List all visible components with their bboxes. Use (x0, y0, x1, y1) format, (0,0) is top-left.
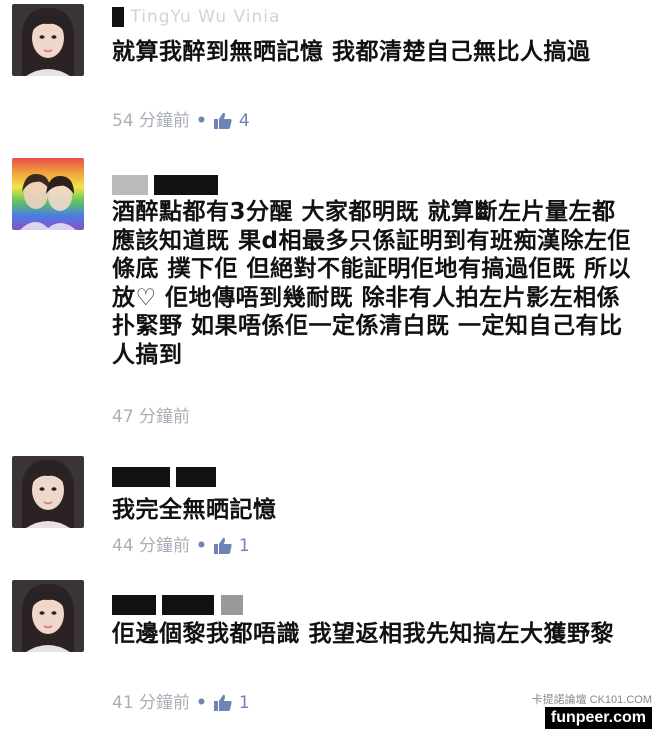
separator-dot: • (196, 693, 207, 713)
redaction-bar (154, 175, 219, 195)
comment-meta: 47 分鐘前 (112, 404, 190, 430)
timestamp[interactable]: 44 分鐘前 (112, 533, 190, 559)
commenter-name[interactable] (112, 594, 243, 616)
comment-text: 我完全無晒記憶 (112, 497, 277, 523)
redaction-bar (112, 175, 148, 195)
timestamp[interactable]: 54 分鐘前 (112, 108, 190, 134)
comment-text: 就算我醉到無晒記憶 我都清楚自己無比人搞過 (112, 39, 591, 65)
avatar[interactable] (12, 4, 84, 76)
redaction-bar (112, 467, 170, 487)
comment-meta: 54 分鐘前 • 4 (112, 108, 250, 134)
redaction-bar (176, 467, 217, 487)
avatar[interactable] (12, 580, 84, 652)
like-count[interactable]: 1 (239, 690, 250, 716)
commenter-name[interactable]: TingYu Wu Vinia (112, 6, 280, 28)
redaction-bar (112, 7, 124, 27)
comment-meta: 44 分鐘前 • 1 (112, 533, 250, 559)
like-count[interactable]: 1 (239, 533, 250, 559)
redaction-bar (162, 595, 215, 615)
thumbs-up-icon[interactable] (213, 536, 233, 556)
separator-dot: • (196, 111, 207, 131)
separator-dot: • (196, 536, 207, 556)
redaction-bar (112, 595, 156, 615)
redaction-bar (220, 595, 243, 615)
timestamp[interactable]: 47 分鐘前 (112, 404, 190, 430)
avatar[interactable] (12, 456, 84, 528)
commenter-name[interactable] (112, 174, 219, 196)
comment-text: 佢邊個黎我都唔識 我望返相我先知搞左大獲野黎 (112, 621, 615, 647)
timestamp[interactable]: 41 分鐘前 (112, 690, 190, 716)
watermark-caption: 卡提諾論壇 CK101.COM (531, 694, 652, 706)
thumbs-up-icon[interactable] (213, 111, 233, 131)
watermark-site: funpeer.com (544, 707, 652, 729)
comment-text: 酒醉點都有3分醒 大家都明既 就算斷左片量左都應該知道既 果d相最多只係証明到有… (112, 199, 632, 368)
thumbs-up-icon[interactable] (213, 693, 233, 713)
commenter-name[interactable] (112, 466, 217, 488)
avatar[interactable] (12, 158, 84, 230)
like-count[interactable]: 4 (239, 108, 250, 134)
name-text: TingYu Wu Vinia (130, 7, 281, 27)
comment-meta: 41 分鐘前 • 1 (112, 690, 250, 716)
